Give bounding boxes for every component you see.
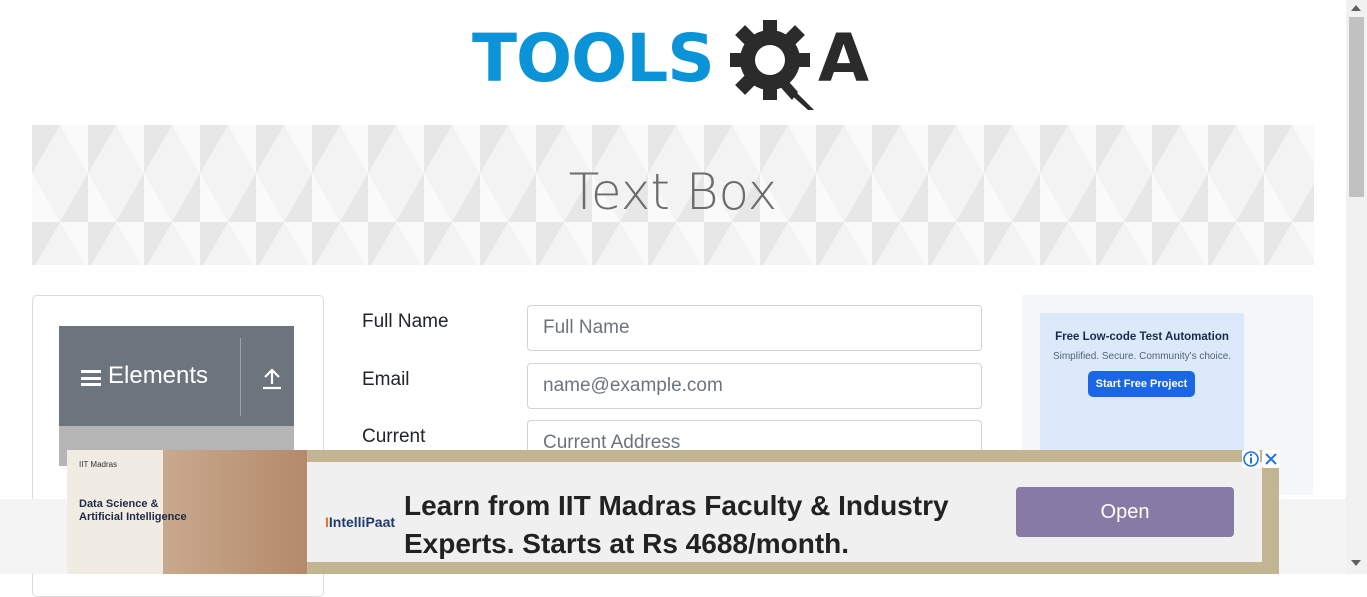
ad-brand-small: IIT Madras — [79, 460, 118, 469]
email-label: Email — [362, 369, 410, 390]
logo-suffix: A — [818, 20, 870, 97]
sidebar-group-elements[interactable]: Elements — [59, 326, 294, 426]
ad-image: IIT Madras Data Science & Artificial Int… — [67, 450, 307, 574]
start-free-project-button[interactable]: Start Free Project — [1088, 371, 1195, 397]
scrollbar[interactable] — [1346, 0, 1367, 574]
ad-subtitle: Simplified. Secure. Community's choice. — [1052, 351, 1232, 362]
intellipaat-logo: IIntelliPaat — [325, 514, 396, 530]
page-banner: Text Box — [32, 125, 1314, 265]
scroll-up-icon[interactable] — [1351, 5, 1361, 11]
sidebar-group-label: Elements — [108, 362, 209, 389]
logo-label: IntelliPaat — [328, 514, 396, 530]
ad-title: Free Low-code Test Automation — [1055, 331, 1229, 343]
full-name-label: Full Name — [362, 311, 449, 332]
ad-image-title: Data Science & Artificial Intelligence — [79, 498, 187, 523]
ad-headline-line2: Experts. Starts at Rs 4688/month. — [404, 528, 850, 559]
ad-headline: Learn from IIT Madras Faculty & Industry… — [404, 487, 949, 563]
ad-content: IIntelliPaat Learn from IIT Madras Facul… — [307, 462, 1262, 562]
ad-card: Free Low-code Test Automation Simplified… — [1040, 313, 1244, 463]
email-input[interactable] — [527, 363, 982, 409]
page-title: Text Box — [568, 163, 778, 221]
toolsqa-logo[interactable]: TOOLS A — [472, 18, 878, 114]
bottom-advertisement[interactable]: IIT Madras Data Science & Artificial Int… — [67, 450, 1279, 574]
full-name-input[interactable] — [527, 305, 982, 351]
close-icon[interactable] — [1262, 450, 1280, 468]
scroll-thumb[interactable] — [1349, 17, 1364, 197]
arrow-up-icon[interactable] — [262, 368, 282, 390]
gear-icon — [730, 20, 814, 110]
current-address-label: Current — [362, 426, 426, 447]
logo-text: TOOLS — [472, 20, 715, 97]
divider — [240, 338, 241, 416]
ad-headline-line1: Learn from IIT Madras Faculty & Industry — [404, 490, 949, 521]
open-button[interactable]: Open — [1016, 487, 1234, 537]
hamburger-icon — [81, 370, 101, 386]
info-icon[interactable] — [1242, 450, 1260, 468]
scroll-down-icon[interactable] — [1351, 560, 1361, 566]
